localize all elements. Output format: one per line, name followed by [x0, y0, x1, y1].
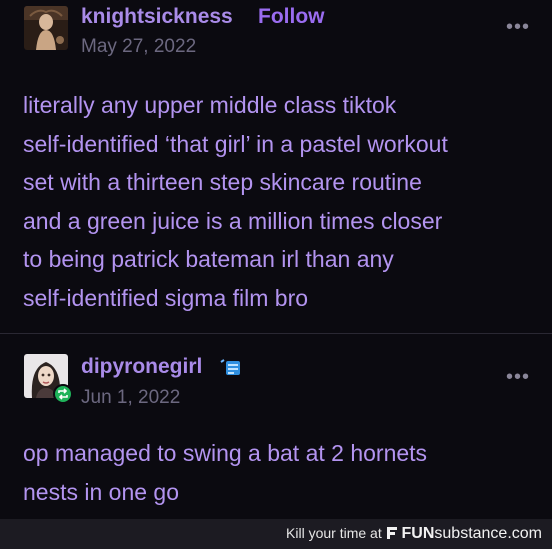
- post-body-line: nests in one go: [23, 478, 180, 505]
- watermark-brand-rest: substance.com: [434, 525, 542, 542]
- follow-button[interactable]: Follow: [258, 5, 325, 29]
- more-options-icon[interactable]: •••: [506, 17, 530, 37]
- post-body: op managed to swing a bat at 2 hornets n…: [23, 434, 533, 511]
- post-body-line: self-identified sigma film bro: [23, 284, 309, 311]
- post-reblog: dipyronegirl Jun 1, 2022 ••• op managed …: [0, 334, 552, 519]
- watermark-text: Kill your time at FUNsubstance.com: [286, 525, 542, 543]
- post-username[interactable]: dipyronegirl: [81, 355, 202, 379]
- funsubstance-logo-icon: [386, 526, 398, 543]
- blog-badge-icon: [220, 358, 242, 378]
- screenshot-page: knightsickness Follow May 27, 2022 ••• l…: [0, 0, 552, 549]
- post-original: knightsickness Follow May 27, 2022 ••• l…: [0, 0, 552, 333]
- watermark-footer: Kill your time at FUNsubstance.com: [0, 519, 552, 549]
- post-body-line: op managed to swing a bat at 2 hornets: [23, 440, 428, 466]
- post-date[interactable]: May 27, 2022: [81, 36, 196, 58]
- post-body-line: literally any upper middle class tiktok: [23, 92, 397, 118]
- watermark-prefix: Kill your time at: [286, 525, 382, 541]
- post-body-line: to being patrick bateman irl than any: [23, 246, 394, 272]
- post-body-line: self-identified ‘that girl’ in a pastel …: [23, 130, 448, 157]
- post-body: literally any upper middle class tiktok …: [23, 86, 533, 317]
- more-options-icon[interactable]: •••: [506, 367, 530, 387]
- post-date[interactable]: Jun 1, 2022: [81, 387, 180, 409]
- post-body-line: and a green juice is a million times clo…: [23, 207, 443, 234]
- post-body-line: set with a thirteen step skincare routin…: [23, 169, 422, 195]
- watermark-brand-fun: FUN: [401, 525, 435, 542]
- reblog-icon: [53, 384, 73, 404]
- avatar[interactable]: [24, 6, 68, 50]
- post-username[interactable]: knightsickness: [81, 5, 233, 29]
